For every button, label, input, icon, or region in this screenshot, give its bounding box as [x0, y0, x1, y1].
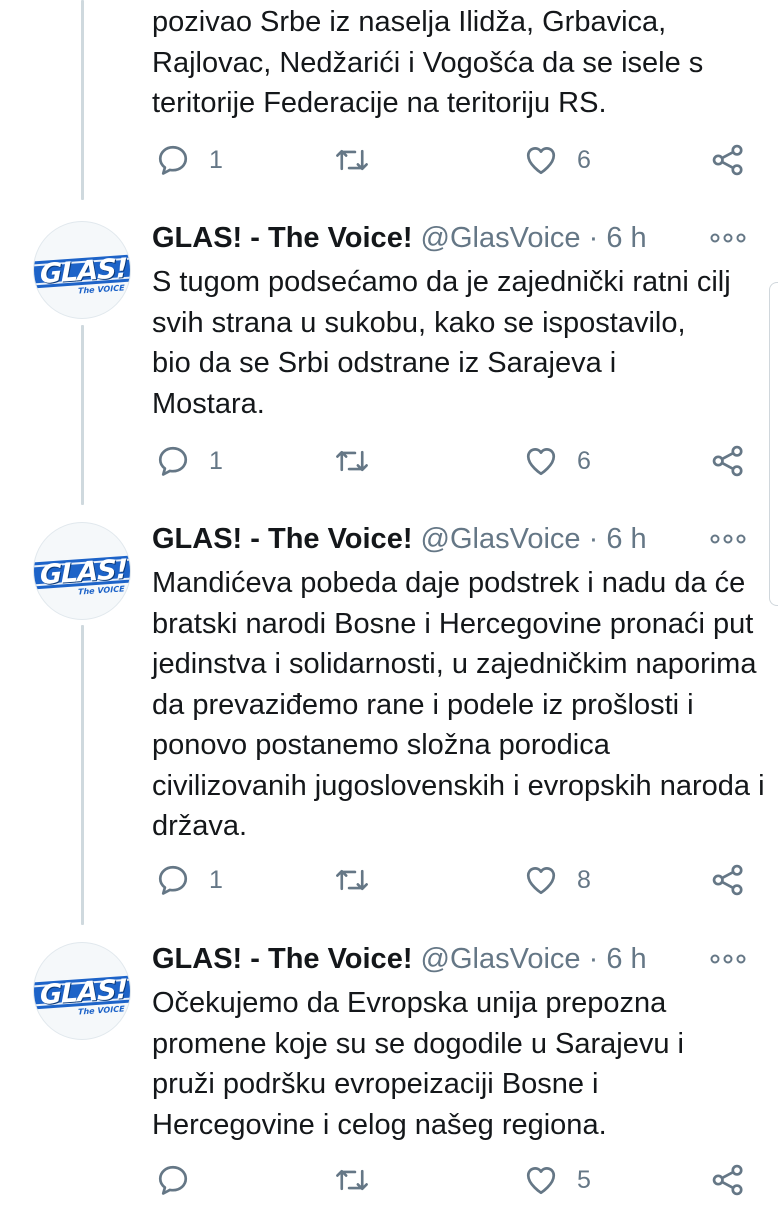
retweet-button[interactable] [333, 860, 371, 900]
tweet-header: GLAS! - The Voice! @GlasVoice · 6 h [152, 521, 748, 557]
tweet-actions: 1 6 [150, 140, 750, 180]
like-button[interactable]: 6 [523, 140, 591, 180]
tweet[interactable]: GLAS! The VOICE GLAS! - The Voice! @Glas… [0, 940, 778, 1216]
tweet-header: GLAS! - The Voice! @GlasVoice · 6 h [152, 220, 748, 256]
like-count: 6 [577, 145, 591, 174]
reply-icon [158, 865, 188, 895]
retweet-button[interactable] [333, 1160, 371, 1200]
tweet[interactable]: GLAS! The VOICE GLAS! - The Voice! @Glas… [0, 520, 778, 940]
tweet-text: pozivao Srbe iz naselja Ilidža, Grbavica… [152, 6, 704, 119]
reply-count: 1 [209, 865, 223, 894]
like-count: 5 [577, 1165, 591, 1194]
reply-button[interactable]: 1 [155, 140, 223, 180]
share-button[interactable] [710, 140, 746, 180]
reply-button[interactable] [155, 1160, 209, 1200]
display-name[interactable]: GLAS! - The Voice! [152, 943, 412, 975]
avatar[interactable]: GLAS! The VOICE [33, 221, 131, 319]
more-options-icon[interactable] [708, 531, 748, 547]
reply-button[interactable]: 1 [155, 860, 223, 900]
tweet-partial[interactable]: pozivao Srbe iz naselja Ilidža, Grbavica… [0, 0, 778, 200]
logo-subtext: The VOICE [78, 283, 125, 296]
user-handle[interactable]: @GlasVoice [421, 943, 581, 975]
more-options-icon[interactable] [708, 230, 748, 246]
timestamp[interactable]: 6 h [606, 943, 646, 975]
more-options-icon[interactable] [708, 951, 748, 967]
tweet-actions: 1 6 [150, 441, 750, 481]
tweet-text: Mandićeva pobeda daje podstrek i nadu da… [152, 567, 765, 842]
separator-dot: · [588, 943, 599, 975]
retweet-button[interactable] [333, 441, 371, 481]
like-count: 8 [577, 865, 591, 894]
heart-icon [526, 867, 556, 895]
separator-dot: · [588, 523, 599, 555]
timestamp[interactable]: 6 h [606, 523, 646, 555]
heart-icon [526, 1167, 556, 1195]
tweet[interactable]: GLAS! The VOICE GLAS! - The Voice! @Glas… [0, 219, 778, 519]
retweet-icon [336, 869, 368, 891]
tweet-text: S tugom podsećamo da je zajednički ratni… [152, 266, 731, 420]
tweet-actions: 5 [150, 1160, 750, 1200]
tweet-text: Očekujemo da Evropska unija prepozna pro… [152, 987, 684, 1141]
avatar[interactable]: GLAS! The VOICE [33, 522, 131, 620]
reply-icon [158, 1165, 188, 1195]
retweet-icon [336, 149, 368, 171]
share-icon [712, 144, 743, 176]
share-button[interactable] [710, 441, 746, 481]
retweet-icon [336, 1169, 368, 1191]
share-icon [712, 1164, 743, 1196]
share-button[interactable] [710, 1160, 746, 1200]
like-button[interactable]: 5 [523, 1160, 591, 1200]
heart-icon [526, 448, 556, 476]
scrollbar-handle[interactable] [769, 282, 778, 606]
retweet-icon [336, 450, 368, 472]
reply-count: 1 [209, 145, 223, 174]
user-handle[interactable]: @GlasVoice [421, 523, 581, 555]
logo-subtext: The VOICE [78, 584, 125, 597]
like-button[interactable]: 6 [523, 441, 591, 481]
tweet-actions: 1 8 [150, 860, 750, 900]
heart-icon [526, 147, 556, 175]
separator-dot: · [588, 222, 599, 254]
avatar[interactable]: GLAS! The VOICE [33, 942, 131, 1040]
display-name[interactable]: GLAS! - The Voice! [152, 523, 412, 555]
user-handle[interactable]: @GlasVoice [421, 222, 581, 254]
reply-icon [158, 145, 188, 175]
logo-subtext: The VOICE [78, 1004, 125, 1017]
like-count: 6 [577, 446, 591, 475]
timestamp[interactable]: 6 h [606, 222, 646, 254]
share-button[interactable] [710, 860, 746, 900]
reply-icon [158, 446, 188, 476]
tweet-header: GLAS! - The Voice! @GlasVoice · 6 h [152, 941, 748, 977]
reply-count: 1 [209, 446, 223, 475]
like-button[interactable]: 8 [523, 860, 591, 900]
share-icon [712, 445, 743, 477]
share-icon [712, 864, 743, 896]
retweet-button[interactable] [333, 140, 371, 180]
reply-button[interactable]: 1 [155, 441, 223, 481]
display-name[interactable]: GLAS! - The Voice! [152, 222, 412, 254]
